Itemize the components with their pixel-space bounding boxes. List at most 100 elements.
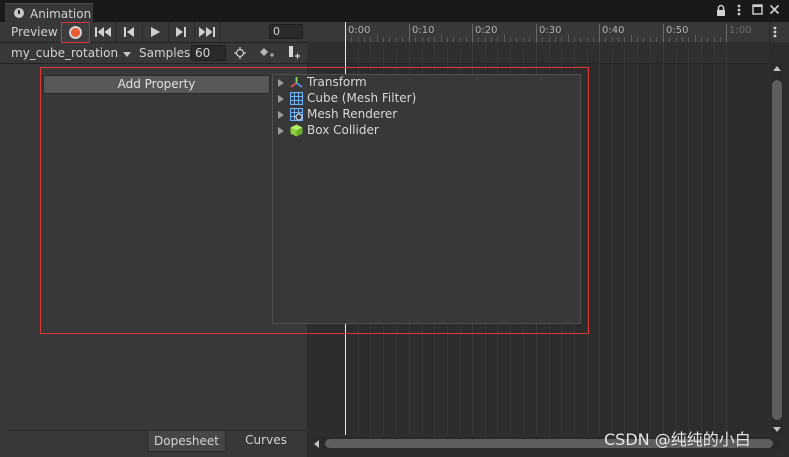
grid-line	[650, 42, 651, 435]
list-item-label: Box Collider	[307, 123, 379, 137]
first-keyframe-button[interactable]	[90, 22, 116, 42]
tab-dopesheet[interactable]: Dopesheet	[147, 430, 226, 452]
grid-line	[701, 42, 702, 435]
timeline-options-button[interactable]	[771, 22, 789, 42]
tick-label: 0:10	[412, 25, 435, 36]
grid-line	[637, 42, 638, 435]
minor-tick-mark	[402, 37, 403, 42]
grid-line	[624, 42, 625, 435]
expand-arrow-icon[interactable]	[278, 127, 284, 135]
minor-tick-mark	[605, 37, 606, 42]
list-item-label: Transform	[307, 75, 367, 89]
grid-line	[726, 42, 727, 435]
watermark: CSDN @纯纯的小白	[604, 430, 751, 449]
add-property-button[interactable]: Add Property	[43, 75, 270, 94]
mesh-filter-icon	[290, 92, 303, 105]
tick-label: 0:50	[666, 25, 689, 36]
tick-mark	[472, 24, 473, 42]
last-keyframe-button[interactable]	[194, 22, 220, 42]
maximize-icon[interactable]	[750, 4, 764, 18]
samples-label: Samples	[139, 46, 191, 60]
minor-tick-mark	[389, 37, 390, 42]
tick-mark	[409, 24, 410, 42]
minor-tick-mark	[555, 37, 556, 42]
preview-toggle[interactable]: Preview	[11, 25, 58, 39]
tick-mark	[599, 24, 600, 42]
minor-tick-mark	[441, 34, 442, 42]
mesh-renderer-icon	[290, 108, 303, 121]
window-titlebar	[0, 0, 789, 22]
minor-tick-mark	[491, 37, 492, 42]
add-event-icon[interactable]	[284, 45, 302, 61]
grid-line	[663, 42, 664, 435]
expand-arrow-icon[interactable]	[278, 95, 284, 103]
minor-tick-mark	[529, 37, 530, 42]
minor-tick-mark	[466, 37, 467, 42]
grid-line	[612, 42, 613, 435]
minor-tick-mark	[568, 34, 569, 42]
clip-dropdown[interactable]: my_cube_rotation	[0, 43, 134, 64]
grid-line	[599, 42, 600, 435]
event-ruler[interactable]	[307, 42, 769, 64]
minor-tick-mark	[593, 37, 594, 42]
grid-line	[676, 42, 677, 435]
minor-tick-mark	[682, 37, 683, 42]
chevron-down-icon	[123, 52, 131, 57]
tick-mark	[536, 24, 537, 42]
list-item-label: Mesh Renderer	[307, 107, 398, 121]
minor-tick-mark	[720, 37, 721, 42]
minor-tick-mark	[656, 37, 657, 42]
animation-window-tab[interactable]: Animation	[5, 3, 93, 22]
grid-line	[714, 42, 715, 435]
add-keyframe-icon[interactable]	[256, 45, 276, 61]
scroll-up-arrow-icon[interactable]	[773, 66, 781, 71]
previous-keyframe-button[interactable]	[116, 22, 142, 42]
scroll-down-arrow-icon[interactable]	[773, 427, 781, 432]
record-button[interactable]	[61, 22, 90, 43]
current-frame-field[interactable]: 0	[269, 24, 303, 39]
record-icon	[69, 26, 82, 39]
expand-arrow-icon[interactable]	[278, 79, 284, 87]
minor-tick-mark	[478, 37, 479, 42]
minor-tick-mark	[618, 37, 619, 42]
transform-icon	[290, 77, 303, 88]
next-keyframe-button[interactable]	[168, 22, 194, 42]
minor-tick-mark	[415, 37, 416, 42]
minor-tick-mark	[631, 34, 632, 42]
clip-name: my_cube_rotation	[11, 46, 119, 60]
minor-tick-mark	[707, 37, 708, 42]
close-icon[interactable]	[767, 4, 781, 18]
clock-icon	[14, 8, 24, 18]
minor-tick-mark	[351, 37, 352, 42]
scroll-left-arrow-icon[interactable]	[314, 440, 319, 448]
tick-label: 0:30	[539, 25, 562, 36]
grid-line	[688, 42, 689, 435]
minor-tick-mark	[669, 37, 670, 42]
play-button[interactable]	[142, 22, 168, 42]
tick-mark	[663, 24, 664, 42]
tick-label: 0:40	[602, 25, 625, 36]
minor-tick-mark	[643, 37, 644, 42]
minor-tick-mark	[377, 34, 378, 42]
tab-title: Animation	[30, 7, 92, 21]
minor-tick-mark	[428, 37, 429, 42]
samples-field[interactable]: 60	[191, 45, 226, 61]
tab-curves[interactable]: Curves	[226, 430, 306, 452]
menu-icon[interactable]	[732, 4, 746, 18]
tick-label: 0:00	[348, 25, 371, 36]
minor-tick-mark	[364, 37, 365, 42]
minor-tick-mark	[453, 37, 454, 42]
list-item-label: Cube (Mesh Filter)	[307, 91, 417, 105]
box-collider-icon	[290, 124, 303, 137]
expand-arrow-icon[interactable]	[278, 111, 284, 119]
minor-tick-mark	[580, 37, 581, 42]
snap-icon[interactable]	[231, 45, 249, 61]
minor-tick-mark	[542, 37, 543, 42]
tick-label: 0:20	[475, 25, 498, 36]
minor-tick-mark	[504, 34, 505, 42]
vertical-scroll-thumb[interactable]	[772, 80, 782, 420]
lock-icon[interactable]	[714, 4, 728, 18]
minor-tick-mark	[516, 37, 517, 42]
tick-mark	[726, 24, 727, 42]
minor-tick-mark	[695, 34, 696, 42]
